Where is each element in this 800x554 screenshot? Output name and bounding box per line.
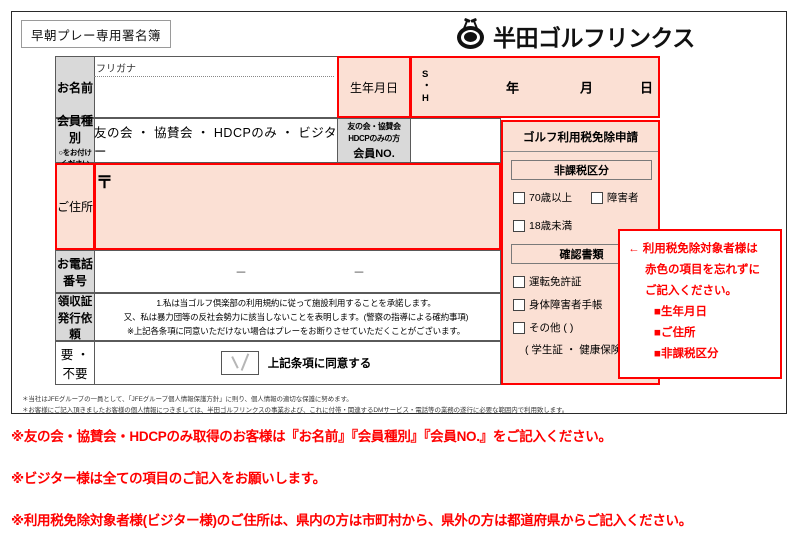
phone-dash-2: － [353, 265, 366, 279]
birthdate-input-cell[interactable]: S ・ H 年 月 日 [410, 56, 660, 118]
form-title-chip: 早朝プレー専用署名簿 [21, 20, 171, 48]
era-heisei: H [422, 93, 429, 104]
receipt-request-label: 領収証 発行依頼 [55, 293, 95, 341]
checkbox-drivers-license-label: 運転免許証 [529, 276, 582, 288]
member-type-label: 会員種別 ○をお付けください [55, 114, 95, 168]
member-type-choices[interactable]: 友の会 ・ 協賛会 ・ HDCPのみ ・ ビジター [94, 118, 337, 163]
bottom-notes: ※友の会・協賛会・HDCPのみ取得のお客様は『お名前』『会員種別』『会員NO.』… [11, 428, 795, 554]
callout-item-address: ■ご住所 [654, 327, 696, 339]
checkbox-icon[interactable] [513, 321, 525, 334]
golf-emblem-icon [455, 17, 486, 52]
brand-logo: 半田ゴルフリンクス [455, 17, 695, 52]
birthdate-label: 生年月日 [337, 56, 411, 118]
callout-item-birthdate: ■生年月日 [654, 306, 707, 318]
postal-code-mark: 〒 [96, 173, 113, 192]
note-visitors: ※ビジター様は全ての項目のご記入をお願いします。 [11, 471, 326, 486]
checkbox-under18-label: 18歳未満 [529, 220, 573, 232]
checkbox-disabled-label: 障害者 [607, 192, 639, 204]
callout-line-2: 赤色の項目を忘れずに [645, 264, 760, 276]
era-separator: ・ [422, 81, 432, 92]
checkmark-icon[interactable] [220, 351, 259, 375]
receipt-label-line2: 発行依頼 [57, 312, 93, 341]
furigana-divider [94, 76, 334, 77]
terms-line-1: 1.私は当ゴルフ倶楽部の利用規約に従って施設利用することを承諾します。 [156, 298, 436, 308]
footnote-1: ＊当社はJFEグループの一員として、「JFEグループ個人情報保護方針」に則り、個… [22, 396, 353, 403]
phone-dash-1: － [235, 265, 248, 279]
callout-line-1: ← 利用税免除対象者様は [628, 243, 758, 255]
member-no-sub1: 友の会・協賛会 [347, 121, 401, 131]
checkbox-icon[interactable] [513, 298, 525, 311]
checkbox-disability-certificate[interactable]: 身体障害者手帳 [513, 297, 603, 312]
checkbox-icon[interactable] [591, 191, 603, 204]
address-input-cell[interactable] [94, 163, 501, 250]
address-label: ご住所 [55, 163, 95, 250]
member-no-input-cell[interactable] [410, 118, 501, 163]
name-label: お名前 [55, 56, 95, 118]
checkbox-over70[interactable]: 70歳以上 [513, 190, 572, 205]
checkbox-drivers-license[interactable]: 運転免許証 [513, 274, 582, 289]
note-tax-exempt-address: ※利用税免除対象者様(ビジター様)のご住所は、県内の方は市町村から、県外の方は都… [11, 513, 692, 528]
phone-input-cell[interactable]: － － [94, 250, 501, 293]
checkbox-over70-label: 70歳以上 [529, 192, 573, 204]
month-unit: 月 [580, 80, 594, 96]
phone-label: お電話番号 [55, 250, 95, 293]
tax-panel-title: ゴルフ利用税免除申請 [503, 122, 658, 152]
footnote-2: ＊お客様にご記入頂きましたお客様の個人情報につきましては、半田ゴルフリンクスの事… [22, 407, 569, 414]
terms-text: 1.私は当ゴルフ倶楽部の利用規約に従って施設利用することを承諾します。 又、私は… [96, 293, 496, 341]
privacy-footnotes: ＊当社はJFEグループの一員として、「JFEグループ個人情報保護方針」に則り、個… [22, 394, 762, 416]
checkbox-icon[interactable] [513, 191, 525, 204]
checkbox-under18[interactable]: 18歳未満 [513, 218, 572, 233]
receipt-needed-toggle[interactable]: 要 ・ 不要 [55, 341, 95, 385]
member-no-title: 会員NO. [353, 147, 395, 160]
callout-line-3: ご記入ください。 [645, 285, 737, 297]
furigana-label: フリガナ [96, 64, 136, 75]
era-selector[interactable]: S ・ H [422, 69, 432, 105]
checkbox-icon[interactable] [513, 275, 525, 288]
brand-name: 半田ゴルフリンクス [493, 26, 695, 52]
receipt-label-line1: 領収証 [57, 295, 93, 308]
nontaxable-section-title: 非課税区分 [511, 160, 652, 180]
member-type-label-text: 会員種別 [56, 114, 93, 145]
terms-line-3: ※上記各条項に同意いただけない場合はプレーをお断りさせていただくことがございます… [126, 326, 466, 336]
member-no-label: 友の会・協賛会 HDCPのみの方 会員NO. [337, 118, 411, 163]
note-members: ※友の会・協賛会・HDCPのみ取得のお客様は『お名前』『会員種別』『会員NO.』… [11, 429, 612, 444]
checkbox-disabled[interactable]: 障害者 [591, 190, 639, 205]
terms-line-2: 又、私は暴力団等の反社会勢力に該当しないことを表明します。(警察の指導による確約… [123, 312, 469, 322]
checkbox-other-document[interactable]: その他 ( ) [513, 320, 573, 335]
year-unit: 年 [506, 80, 520, 96]
day-unit: 日 [640, 80, 654, 96]
checkbox-disability-certificate-label: 身体障害者手帳 [529, 299, 603, 311]
tax-exemption-callout: ← 利用税免除対象者様は 赤色の項目を忘れずに ご記入ください。 ■生年月日 ■… [618, 229, 782, 379]
agree-row[interactable]: 上記条項に同意する [96, 341, 496, 385]
checkbox-other-document-label[interactable]: その他 ( ) [529, 320, 573, 335]
agree-label: 上記条項に同意する [267, 358, 372, 370]
checkbox-icon[interactable] [513, 219, 525, 232]
member-no-sub2: HDCPのみの方 [348, 133, 400, 143]
era-showa: S [422, 69, 429, 80]
callout-item-nontaxable: ■非課税区分 [654, 348, 719, 360]
